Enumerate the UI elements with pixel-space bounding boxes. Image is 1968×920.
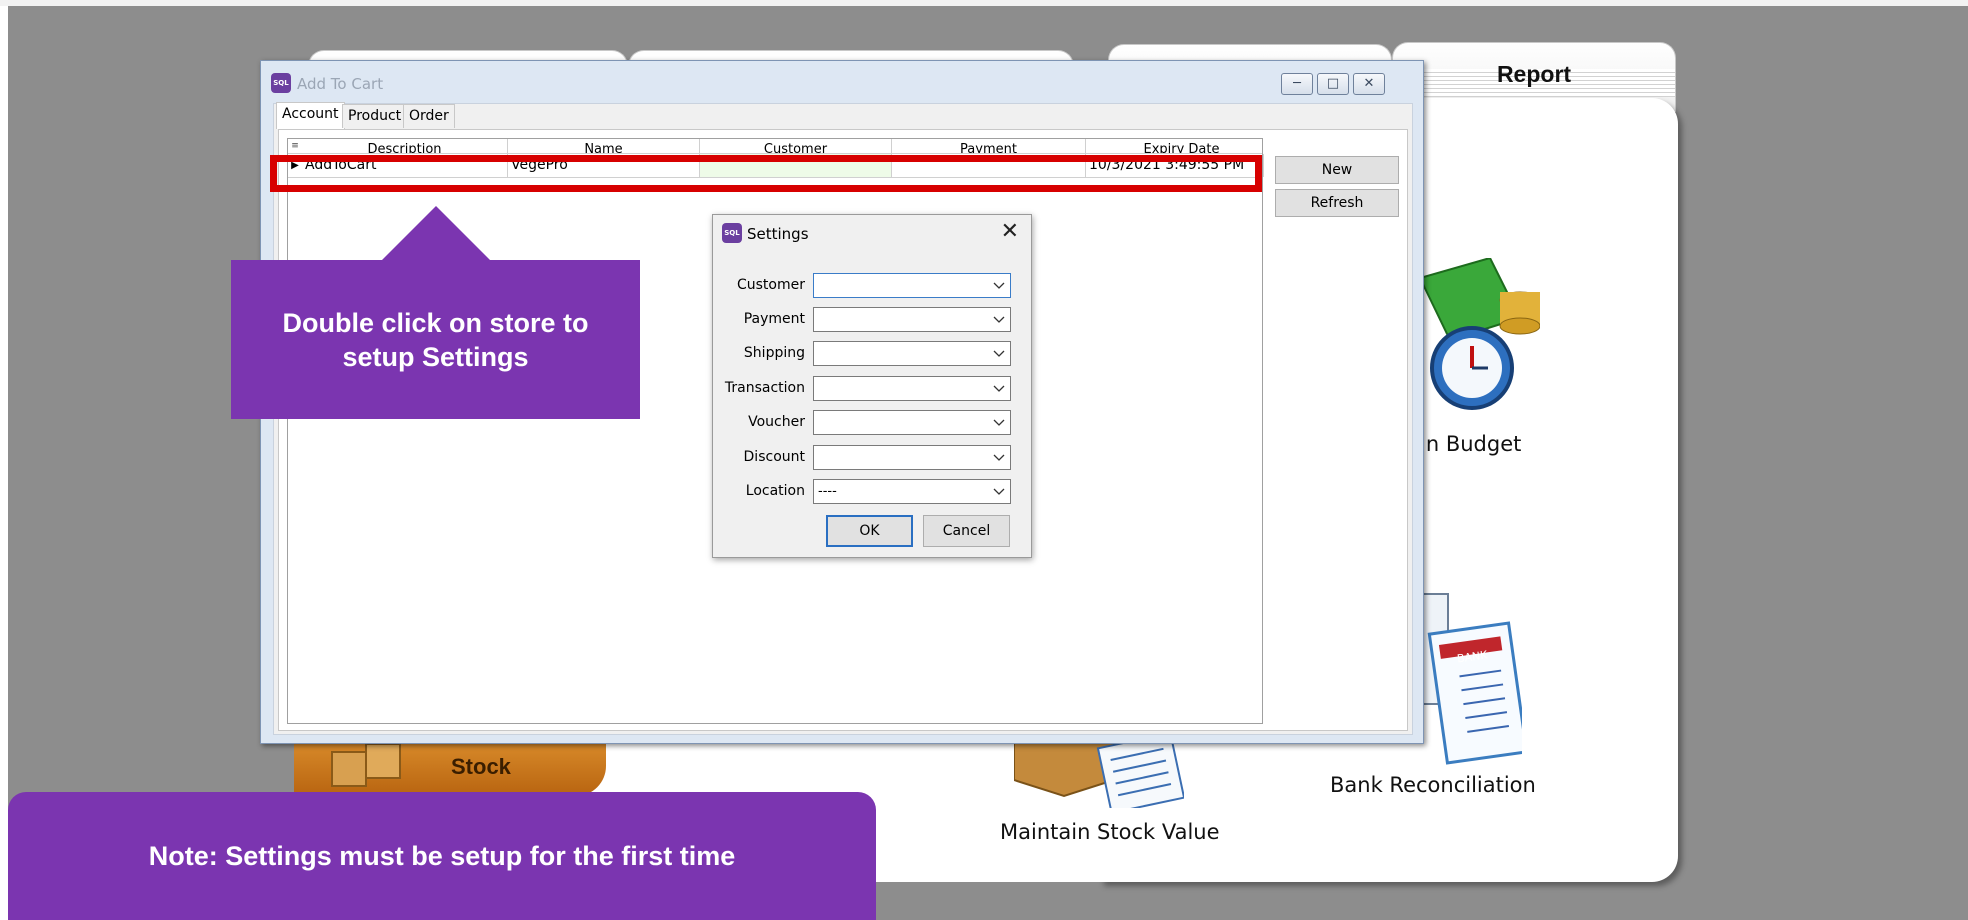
discount-label: Discount bbox=[743, 449, 805, 465]
maintain-stock-value-icon[interactable] bbox=[1014, 740, 1184, 808]
bank-reconciliation-label[interactable]: Bank Reconciliation bbox=[1330, 773, 1536, 797]
location-select[interactable]: ---- bbox=[813, 479, 1011, 504]
budget-label[interactable]: in Budget bbox=[1420, 432, 1521, 456]
ok-button[interactable]: OK bbox=[826, 515, 913, 547]
discount-select[interactable] bbox=[813, 445, 1011, 470]
column-payment[interactable]: Payment bbox=[892, 139, 1086, 153]
budget-icon[interactable] bbox=[1420, 258, 1540, 418]
shipping-label: Shipping bbox=[743, 345, 805, 361]
payment-label: Payment bbox=[743, 311, 805, 327]
column-expiry-date[interactable]: Expiry Date bbox=[1086, 139, 1262, 153]
chevron-down-icon bbox=[993, 454, 1005, 461]
settings-close-icon[interactable]: ✕ bbox=[1001, 219, 1019, 244]
new-button[interactable]: New bbox=[1275, 156, 1399, 184]
chevron-down-icon bbox=[993, 385, 1005, 392]
customer-select[interactable] bbox=[813, 273, 1011, 298]
stock-boxes-icon bbox=[331, 743, 401, 787]
settings-app-icon: SQL bbox=[722, 223, 742, 243]
report-tab-label: Report bbox=[1496, 61, 1572, 87]
minimize-button[interactable]: ─ bbox=[1281, 73, 1313, 95]
tab-account[interactable]: Account bbox=[276, 102, 345, 129]
bank-reconciliation-icon[interactable]: BANK bbox=[1418, 588, 1522, 768]
maintain-stock-value-label[interactable]: Maintain Stock Value bbox=[1000, 820, 1220, 844]
double-click-callout-text: Double click on store to setup Settings bbox=[282, 308, 589, 372]
stock-label[interactable]: Stock bbox=[451, 754, 511, 780]
chevron-down-icon bbox=[993, 316, 1005, 323]
note-callout-text: Note: Settings must be setup for the fir… bbox=[148, 841, 736, 871]
settings-title: Settings bbox=[747, 225, 809, 243]
maximize-button[interactable]: □ bbox=[1317, 73, 1349, 95]
refresh-button[interactable]: Refresh bbox=[1275, 189, 1399, 217]
double-click-callout: Double click on store to setup Settings bbox=[231, 260, 640, 419]
column-name[interactable]: Name bbox=[508, 139, 700, 153]
location-label: Location bbox=[745, 483, 805, 499]
callout-arrow bbox=[381, 206, 491, 261]
cancel-button[interactable]: Cancel bbox=[923, 515, 1010, 547]
customer-label: Customer bbox=[736, 277, 805, 293]
voucher-select[interactable] bbox=[813, 410, 1011, 435]
window-title: Add To Cart bbox=[297, 75, 384, 93]
row-highlight-box bbox=[270, 155, 1262, 192]
note-callout: Note: Settings must be setup for the fir… bbox=[8, 792, 876, 920]
column-description[interactable]: Description bbox=[302, 139, 508, 153]
voucher-label: Voucher bbox=[748, 414, 805, 430]
chevron-down-icon bbox=[993, 488, 1005, 495]
chevron-down-icon bbox=[993, 350, 1005, 357]
chevron-down-icon bbox=[993, 419, 1005, 426]
column-chooser-icon[interactable]: ≡ bbox=[288, 139, 302, 153]
transaction-label: Transaction bbox=[724, 380, 805, 396]
payment-select[interactable] bbox=[813, 307, 1011, 332]
column-customer[interactable]: Customer bbox=[700, 139, 892, 153]
shipping-select[interactable] bbox=[813, 341, 1011, 366]
chevron-down-icon bbox=[993, 282, 1005, 289]
app-icon: SQL bbox=[271, 73, 291, 93]
transaction-select[interactable] bbox=[813, 376, 1011, 401]
grid-header: ≡ Description Name Customer Payment Expi… bbox=[288, 139, 1262, 153]
tab-product[interactable]: Product bbox=[342, 104, 408, 128]
close-button[interactable]: ✕ bbox=[1353, 73, 1385, 95]
settings-dialog: SQL Settings ✕ Customer Payment Shipping… bbox=[712, 214, 1032, 558]
tab-order[interactable]: Order bbox=[403, 104, 455, 128]
